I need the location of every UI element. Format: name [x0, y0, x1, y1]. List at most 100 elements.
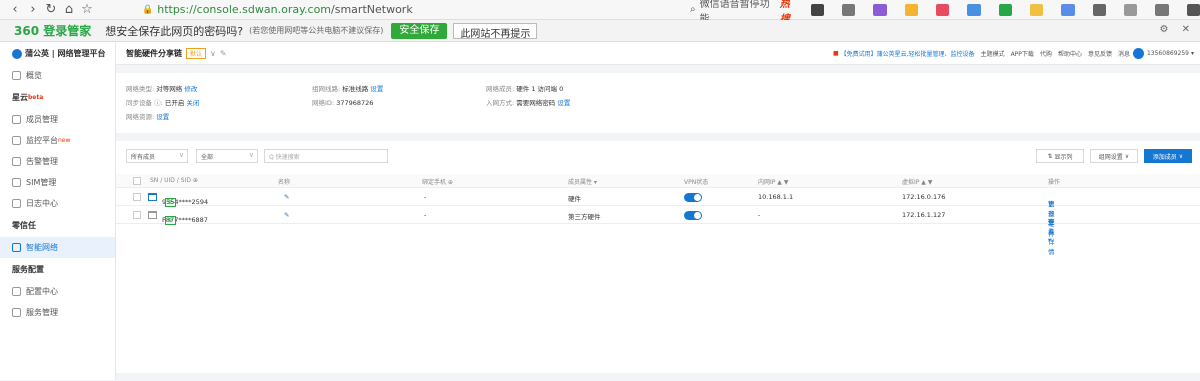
edit-name-icon[interactable]: ✎ — [284, 211, 289, 219]
forward-icon[interactable]: › — [24, 1, 42, 19]
game-icon[interactable] — [936, 3, 950, 16]
sidebar-item-label: SIM管理 — [26, 178, 57, 187]
help-link[interactable]: 帮助中心 — [1058, 49, 1082, 58]
sync-close-link[interactable]: 关闭 — [186, 99, 199, 107]
line-settings-link[interactable]: 设置 — [370, 85, 383, 93]
sidebar: 蒲公英 | 网络管理平台 概览 星云 beta 成员管理 监控平台 new 告警管理… — [0, 42, 116, 380]
chevron-down-icon[interactable]: ∨ — [210, 49, 216, 58]
brightness-icon[interactable] — [1124, 3, 1138, 16]
section-label: 星云 — [12, 93, 28, 102]
sync-device-label: 同步设备 ⓘ: — [126, 99, 163, 107]
url-path: /smartNetwork — [331, 3, 413, 16]
member-filter-select[interactable]: 所有成员 ∨ — [126, 149, 188, 163]
home-icon[interactable]: ⌂ — [60, 1, 78, 19]
back-icon[interactable]: ‹ — [6, 1, 24, 19]
col-actions: 操作 — [1048, 179, 1061, 186]
promo-link[interactable]: 【免费试用】蒲公英星云,轻松批量管理、监控设备 — [841, 49, 975, 58]
sidebar-item-alerts[interactable]: 告警管理 — [0, 151, 115, 172]
screenshot-icon[interactable] — [810, 3, 825, 16]
row-lan-ip: - — [758, 211, 761, 219]
sidebar-item-config[interactable]: 配置中心 — [0, 281, 115, 302]
minus-icon[interactable] — [1061, 3, 1075, 16]
edit-icon[interactable]: ✎ — [220, 49, 227, 58]
add-member-button[interactable]: 添加成员 ∨ — [1144, 149, 1192, 163]
theme-link[interactable]: 主题模式 — [981, 49, 1005, 58]
monitor-icon — [12, 136, 21, 145]
address-bar[interactable]: 🔒 https://console.sdwan.oray.com /smartN… — [142, 0, 413, 19]
row-lan-ip: 10.168.1.1 — [758, 193, 794, 201]
translate-icon[interactable] — [873, 3, 887, 16]
sidebar-item-smart-network[interactable]: 智能网络 — [0, 237, 115, 258]
network-type-value: 对等网络 — [156, 85, 183, 93]
star-icon[interactable]: ☆ — [78, 1, 96, 19]
line-label: 组网线路: — [312, 85, 341, 93]
section-label: 服务配置 — [12, 265, 44, 274]
join-method-label: 入网方式: — [486, 99, 515, 107]
refresh-icon[interactable]: ↻ — [42, 1, 60, 19]
sidebar-item-overview[interactable]: 概览 — [0, 65, 115, 86]
table-header: SN / UID / SID ⊕ 名称 绑定手机 ⊕ 成员属性 ▾ VPN状态 … — [116, 174, 1200, 188]
chat-icon[interactable] — [998, 3, 1013, 16]
grid-icon[interactable] — [1092, 3, 1107, 16]
undo-icon[interactable] — [1155, 3, 1169, 16]
members-value: 硬件 1 访问端 0 — [516, 85, 564, 93]
close-icon[interactable]: ✕ — [1182, 24, 1190, 35]
col-lan-ip[interactable]: 内网IP ▲ ▼ — [758, 177, 788, 186]
router-icon — [148, 211, 157, 219]
new-badge: new — [58, 137, 71, 144]
router-icon — [148, 193, 157, 201]
edit-name-icon[interactable]: ✎ — [284, 193, 289, 201]
brand[interactable]: 蒲公英 | 网络管理平台 — [0, 42, 115, 65]
menu-icon[interactable] — [1186, 3, 1200, 16]
network-settings-button[interactable]: 组网设置 ∨ — [1090, 149, 1138, 163]
network-resource-settings-link[interactable]: 设置 — [156, 113, 169, 121]
col-sn[interactable]: SN / UID / SID ⊕ — [150, 177, 198, 184]
sidebar-item-sim[interactable]: SIM管理 — [0, 172, 115, 193]
status-filter-select[interactable]: 全部 ∨ — [196, 149, 258, 163]
main-content: 智能硬件分享链 默认 ∨ ✎ ■ 【免费试用】蒲公英星云,轻松批量管理、监控设备… — [116, 42, 1200, 380]
feedback-link[interactable]: 意见反馈 — [1088, 49, 1112, 58]
search-icon[interactable]: ⌕ — [690, 4, 696, 15]
join-method-settings-link[interactable]: 设置 — [557, 99, 570, 107]
sim-icon — [12, 178, 21, 187]
select-all-checkbox[interactable] — [133, 177, 141, 185]
messages-link[interactable]: 消息 — [1118, 49, 1130, 58]
find-icon[interactable] — [967, 3, 981, 16]
search-input[interactable]: Q 快速搜索 — [264, 149, 388, 163]
sidebar-item-monitor[interactable]: 监控平台 new — [0, 130, 115, 151]
app-download-link[interactable]: APP下载 — [1011, 49, 1034, 58]
row-checkbox[interactable] — [133, 193, 141, 201]
sort-icon: ⇅ — [1047, 152, 1053, 160]
never-prompt-button[interactable]: 此网站不再提示 — [453, 22, 538, 40]
col-name: 名称 — [278, 179, 291, 186]
scissors-icon[interactable] — [842, 3, 856, 16]
purchase-link[interactable]: 代购 — [1040, 49, 1052, 58]
chevron-down-icon[interactable]: ▾ — [1191, 50, 1194, 57]
network-info-panel: 网络类型: 对等网络 修改 同步设备 ⓘ: 已开启 关闭 网络资源: 设置 组网… — [116, 73, 1200, 133]
col-phone[interactable]: 绑定手机 ⊕ — [422, 177, 453, 186]
settings-gear-icon[interactable]: ⚙ — [1159, 24, 1168, 35]
more-link[interactable]: 更多 ▾ — [1048, 216, 1055, 244]
columns-button[interactable]: ⇅ 显示列 — [1036, 149, 1084, 163]
hand-icon[interactable] — [1030, 3, 1044, 16]
shield-icon[interactable] — [904, 3, 919, 16]
network-type-label: 网络类型: — [126, 85, 155, 93]
chevron-down-icon: ∨ — [1178, 152, 1184, 160]
sidebar-item-members[interactable]: 成员管理 — [0, 109, 115, 130]
sidebar-item-service-manage[interactable]: 服务管理 — [0, 302, 115, 323]
col-attr[interactable]: 成员属性 ▾ — [568, 177, 597, 186]
sidebar-item-logs[interactable]: 日志中心 — [0, 193, 115, 214]
beta-badge: beta — [28, 94, 44, 101]
col-vpn: VPN状态 — [684, 179, 709, 186]
table-row: 9554****2594 新 ✎ - 硬件 10.168.1.1 172.16.0… — [116, 188, 1200, 238]
secure-save-button[interactable]: 安全保存 — [391, 22, 448, 39]
col-vip[interactable]: 虚拟IP ▲ ▼ — [902, 177, 932, 186]
row-checkbox[interactable] — [133, 211, 141, 219]
vpn-toggle[interactable] — [684, 193, 702, 202]
sidebar-item-label: 概览 — [26, 71, 42, 80]
vpn-toggle[interactable] — [684, 211, 702, 220]
account-phone[interactable]: 13560869259 — [1147, 50, 1189, 57]
network-type-modify-link[interactable]: 修改 — [184, 85, 197, 93]
avatar[interactable] — [1132, 48, 1144, 59]
save-password-question: 想安全保存此网页的密码吗? — [105, 24, 244, 38]
